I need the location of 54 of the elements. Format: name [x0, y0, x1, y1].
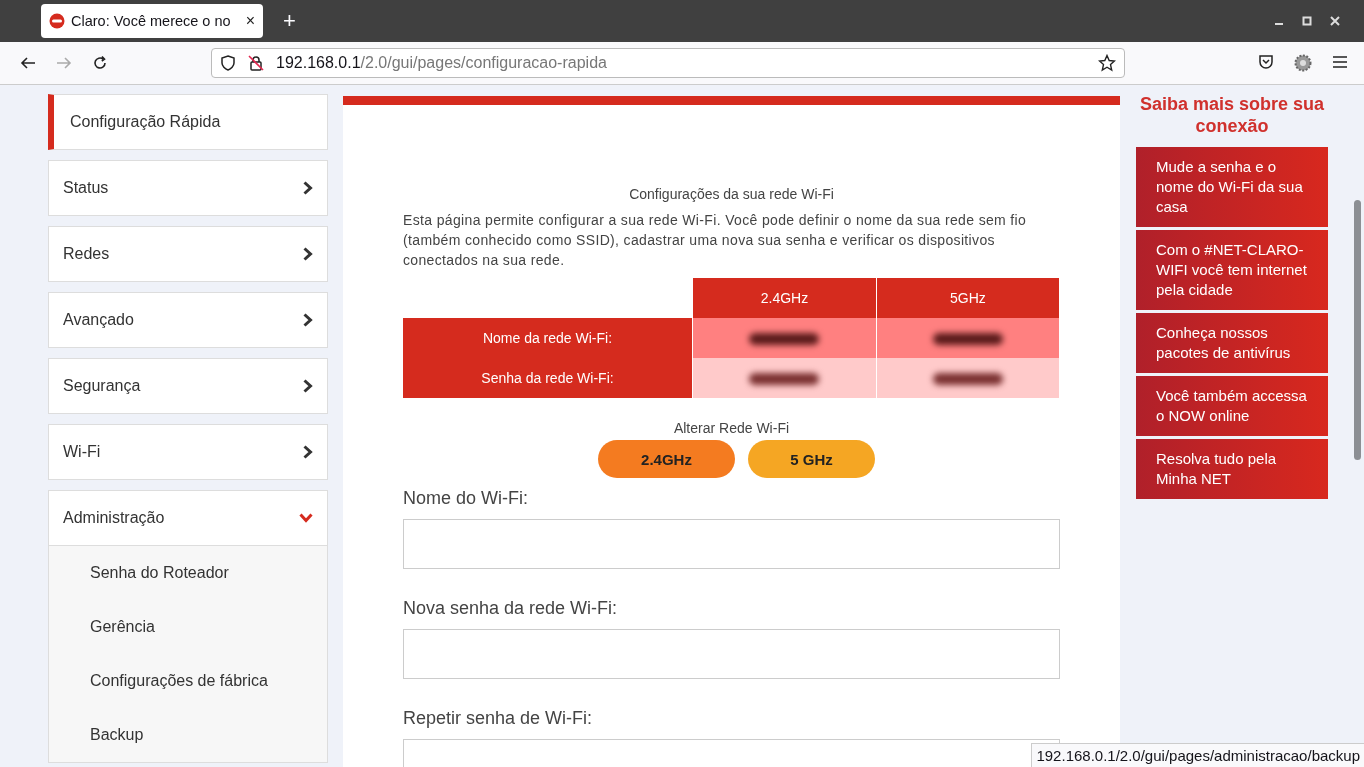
- menu-icon[interactable]: [1332, 54, 1348, 70]
- description-text: Esta página permite configurar a sua rede Wi-Fi. Você pode definir o nome da sua rede sem fio (também conhecido como SSID), cadastrar uma nova sua senha e verificar os dispositivos conectados na sua rede.: [403, 211, 1028, 270]
- field-label: Repetir senha de Wi-Fi:: [403, 708, 594, 729]
- submenu-item[interactable]: Gerência: [90, 618, 155, 636]
- input-field[interactable]: [403, 629, 1060, 679]
- url-text: 192.168.0.1/2.0/gui/pages/configuracao-rapida: [276, 54, 608, 72]
- blurred-value: [749, 333, 820, 346]
- browser-tab[interactable]: Claro: Você merece o no ×: [41, 4, 263, 38]
- lock-slash-icon: [248, 55, 264, 71]
- field-label: Nome do Wi-Fi:: [403, 488, 529, 509]
- blurred-value: [749, 373, 820, 386]
- field-label: Nova senha da rede Wi-Fi:: [403, 598, 619, 619]
- new-tab-button[interactable]: +: [277, 7, 302, 35]
- band-button[interactable]: 5 GHz: [748, 440, 875, 478]
- close-icon[interactable]: [1330, 16, 1340, 26]
- info-link[interactable]: Resolva tudo pela Minha NET: [1136, 439, 1328, 499]
- info-link[interactable]: Conheça nossos pacotes de antivírus: [1136, 313, 1328, 373]
- maximize-icon[interactable]: [1302, 16, 1312, 26]
- address-bar[interactable]: 192.168.0.1/2.0/gui/pages/configuracao-rapida: [211, 48, 1125, 78]
- blurred-value: [932, 333, 1003, 346]
- sidebar-item[interactable]: Configuração Rápida: [48, 94, 328, 150]
- scrollbar-thumb[interactable]: [1354, 200, 1361, 460]
- switch-label: Alterar Rede Wi-Fi: [672, 420, 791, 436]
- submenu-item[interactable]: Configurações de fábrica: [90, 672, 268, 690]
- shield-icon: [220, 55, 236, 71]
- sidebar-item[interactable]: Administração: [48, 490, 328, 546]
- tab-title: Claro: Você merece o no: [71, 13, 232, 29]
- aside-title: Saiba mais sobre sua conexão: [1138, 93, 1326, 137]
- logo-icon: [49, 13, 65, 29]
- blurred-value: [932, 373, 1003, 386]
- info-link[interactable]: Com o #NET-CLARO-WIFI você tem internet pela cidade: [1136, 230, 1328, 310]
- back-icon[interactable]: [20, 55, 36, 71]
- close-tab-button[interactable]: ×: [245, 12, 255, 30]
- info-link[interactable]: Mude a senha e o nome do Wi-Fi da sua casa: [1136, 147, 1328, 227]
- row-header: Nome da rede Wi-Fi:: [403, 318, 693, 358]
- sidebar-item[interactable]: Wi-Fi: [48, 424, 328, 480]
- sidebar-item[interactable]: Status: [48, 160, 328, 216]
- status-tooltip: 192.168.0.1/2.0/gui/pages/administracao/backup: [1031, 743, 1364, 767]
- section-title: Configurações da sua rede Wi-Fi: [628, 186, 835, 202]
- info-link[interactable]: Você também accessa o NOW online: [1136, 376, 1328, 436]
- column-header: 2.4GHz: [692, 278, 877, 318]
- submenu-item[interactable]: Backup: [90, 726, 144, 744]
- pocket-icon[interactable]: [1258, 54, 1274, 70]
- input-field[interactable]: [403, 519, 1060, 569]
- reload-icon[interactable]: [92, 55, 108, 71]
- star-icon[interactable]: [1098, 54, 1116, 72]
- sidebar-item[interactable]: Avançado: [48, 292, 328, 348]
- gear-icon[interactable]: [1294, 54, 1312, 72]
- sidebar-item[interactable]: Redes: [48, 226, 328, 282]
- sidebar-item[interactable]: Segurança: [48, 358, 328, 414]
- band-button[interactable]: 2.4GHz: [598, 440, 735, 478]
- row-header: Senha da rede Wi-Fi:: [403, 358, 693, 398]
- submenu-item[interactable]: Senha do Roteador: [90, 564, 229, 582]
- column-header: 5GHz: [876, 278, 1059, 318]
